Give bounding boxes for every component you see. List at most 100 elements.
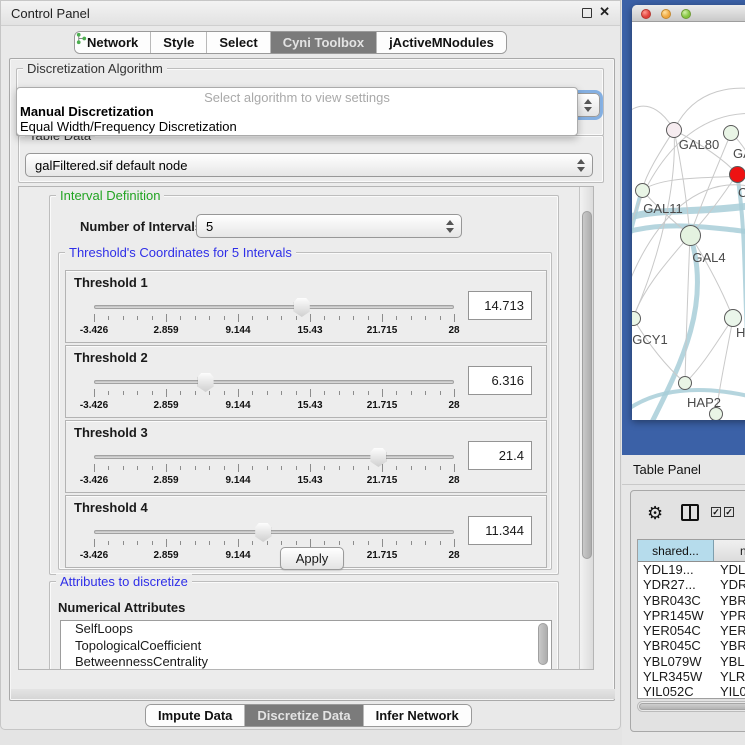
column-header-shared[interactable]: shared... (638, 540, 714, 561)
dropdown-item-manual-discretization[interactable]: Manual Discretization (17, 104, 577, 119)
tab-impute-data[interactable]: Impute Data (146, 705, 245, 726)
threshold-slider[interactable]: -3.4262.8599.14415.4321.71528 (94, 520, 454, 566)
network-node[interactable] (723, 125, 739, 141)
table-row[interactable]: YDL19...YDL1 (638, 562, 745, 577)
tab-label: Select (219, 35, 257, 50)
combo-stepper-icon (445, 219, 454, 234)
dropdown-item-equal-width-frequency[interactable]: Equal Width/Frequency Discretization (17, 119, 577, 134)
network-node[interactable] (729, 166, 745, 183)
slider-ticks (94, 464, 454, 473)
network-view-window: GAL80GACGAL11GAL4GCY1HHAP2 (632, 5, 745, 420)
scrollbar-thumb[interactable] (538, 623, 548, 665)
tab-discretize-data[interactable]: Discretize Data (245, 705, 363, 726)
numerical-attributes-list: SelfLoops TopologicalCoefficient Between… (60, 620, 552, 670)
settings-scroll-pane: Interval Definition Number of Intervals … (18, 186, 594, 670)
column-header-name[interactable]: na (714, 540, 745, 561)
threshold-value-field[interactable]: 11.344 (468, 516, 532, 545)
minimize-traffic-light-icon[interactable] (661, 9, 671, 19)
table-window: ⚙ ✓ ✓ shared... na YDL19...YDL1 YDR27...… (630, 490, 745, 732)
network-node[interactable] (666, 122, 682, 138)
tab-label: Style (163, 35, 194, 50)
tab-label: Cyni Toolbox (283, 35, 364, 50)
tab-label: Infer Network (376, 708, 459, 723)
tab-label: Impute Data (158, 708, 232, 723)
list-item[interactable]: BetweennessCentrality (61, 654, 551, 670)
zoom-traffic-light-icon[interactable] (681, 9, 691, 19)
checkbox-checked-icon[interactable]: ✓ (724, 507, 734, 517)
control-panel-window: Control Panel ✕ Network Style Select Cyn… (0, 0, 621, 730)
numerical-attributes-label: Numerical Attributes (58, 600, 185, 615)
horizontal-scrollbar[interactable] (637, 701, 745, 712)
network-graph-icon (75, 32, 88, 45)
tab-infer-network[interactable]: Infer Network (364, 705, 471, 726)
list-item[interactable]: TopologicalCoefficient (61, 638, 551, 655)
list-item[interactable]: SelfLoops (61, 621, 551, 638)
list-scrollbar[interactable] (536, 622, 550, 668)
threshold-value-field[interactable]: 6.316 (468, 366, 532, 395)
table-row[interactable]: YPR145WYPR1 (638, 608, 745, 623)
tab-label: jActiveMNodules (389, 35, 494, 50)
tab-style[interactable]: Style (151, 32, 207, 53)
window-title: Control Panel (11, 6, 90, 21)
table-row[interactable]: YBL079WYBL0 (638, 654, 745, 669)
threshold-3-panel: Threshold 3 -3.4262.8599.14415.4321.7152… (65, 420, 547, 493)
table-row[interactable]: YLR345WYLR3 (638, 669, 745, 684)
gear-icon[interactable]: ⚙ (647, 503, 663, 524)
float-window-icon[interactable] (582, 8, 592, 18)
slider-track[interactable] (94, 380, 454, 384)
slider-track[interactable] (94, 305, 454, 309)
slider-ticks (94, 389, 454, 398)
combo-stepper-icon (576, 158, 585, 173)
interval-definition-group: Interval Definition Number of Intervals … (49, 195, 559, 575)
table-row[interactable]: YBR045CYBR0 (638, 638, 745, 653)
table-row[interactable]: YDR27...YDR2 (638, 577, 745, 592)
threshold-slider[interactable]: -3.4262.8599.14415.4321.71528 (94, 370, 454, 416)
close-icon[interactable]: ✕ (599, 4, 610, 20)
tab-network[interactable]: Network (75, 32, 151, 53)
split-columns-icon[interactable] (681, 504, 699, 521)
checkbox-checked-icon[interactable]: ✓ (711, 507, 721, 517)
table-data-combobox[interactable]: galFiltered.sif default node (25, 153, 593, 177)
network-node[interactable] (680, 225, 701, 246)
apply-button[interactable]: Apply (280, 547, 344, 570)
network-canvas[interactable]: GAL80GACGAL11GAL4GCY1HHAP2 (632, 22, 745, 420)
scrollbar-thumb[interactable] (639, 703, 745, 710)
number-of-intervals-label: Number of Intervals (80, 219, 202, 234)
threshold-slider[interactable]: -3.4262.8599.14415.4321.71528 (94, 295, 454, 341)
table-toolbar: ⚙ ✓ ✓ (631, 491, 745, 535)
tab-jactivemnodules[interactable]: jActiveMNodules (377, 32, 506, 53)
table-row[interactable]: YBR043CYBR0 (638, 593, 745, 608)
network-edges (632, 22, 745, 420)
table-panel-header: Table Panel (622, 455, 745, 485)
tab-cyni-toolbox[interactable]: Cyni Toolbox (271, 32, 377, 53)
table-row[interactable]: YIL052CYIL0 (638, 684, 745, 699)
close-traffic-light-icon[interactable] (641, 9, 651, 19)
cyni-toolbox-panel: Discretization Algorithm Select algorith… (9, 58, 615, 701)
network-node[interactable] (678, 376, 692, 390)
slider-tick-labels: -3.4262.8599.14415.4321.71528 (94, 325, 454, 337)
network-node-label: GAL4 (692, 250, 725, 265)
threshold-2-panel: Threshold 2 -3.4262.8599.14415.4321.7152… (65, 345, 547, 418)
table-panel: ⚙ ✓ ✓ shared... na YDL19...YDL1 YDR27...… (622, 485, 745, 745)
combo-stepper-icon (583, 98, 592, 113)
network-node-label: C (738, 185, 745, 200)
pane-scrollbar[interactable] (579, 187, 593, 669)
tab-select[interactable]: Select (207, 32, 270, 53)
threshold-value-field[interactable]: 21.4 (468, 441, 532, 470)
threshold-value-field[interactable]: 14.713 (468, 291, 532, 320)
combo-value: 5 (206, 219, 213, 234)
network-node[interactable] (632, 311, 641, 326)
threshold-slider[interactable]: -3.4262.8599.14415.4321.71528 (94, 445, 454, 491)
number-of-intervals-combobox[interactable]: 5 (196, 214, 462, 238)
group-title: Threshold's Coordinates for 5 Intervals (65, 245, 296, 260)
table-row[interactable]: YER054CYER0 (638, 623, 745, 638)
network-window-titlebar (632, 5, 745, 22)
slider-track[interactable] (94, 530, 454, 534)
group-title: Interval Definition (56, 188, 164, 203)
scrollbar-thumb[interactable] (582, 211, 592, 559)
slider-track[interactable] (94, 455, 454, 459)
table-data-group: Table Data galFiltered.sif default node (18, 135, 604, 183)
threshold-1-panel: Threshold 1 -3.4262.8599.14415.4321.7152… (65, 270, 547, 343)
network-node[interactable] (635, 183, 650, 198)
tab-label: Network (87, 35, 138, 50)
